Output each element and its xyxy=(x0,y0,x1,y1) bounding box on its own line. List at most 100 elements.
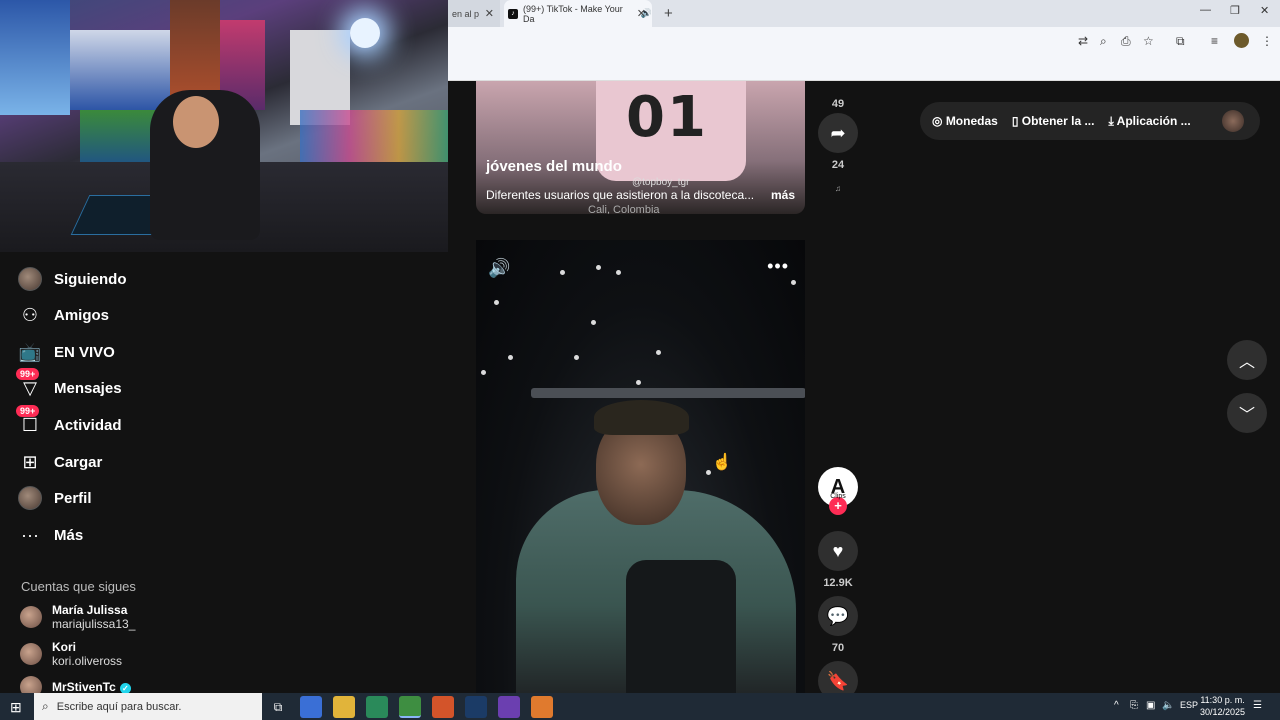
get-app-label: Obtener la ... xyxy=(1021,114,1095,128)
avatar[interactable] xyxy=(1222,110,1244,132)
light-dot xyxy=(560,270,565,275)
share-icon[interactable]: ➦ xyxy=(818,113,858,153)
bookmarks-bar xyxy=(448,57,1280,81)
poster xyxy=(170,0,220,100)
light-dot xyxy=(508,355,513,360)
app-icon[interactable] xyxy=(531,696,553,718)
music-disc[interactable]: ♫ xyxy=(818,184,858,193)
task-view-icon[interactable]: ⧉ xyxy=(267,696,289,718)
video-description: Diferentes usuarios que asistieron a la … xyxy=(486,188,755,202)
search-placeholder: Escribe aquí para buscar. xyxy=(56,700,182,713)
following-avatar-icon xyxy=(18,267,42,291)
download-app-button[interactable]: ⤓ Aplicación ... xyxy=(1108,114,1190,129)
messages-badge: 99+ xyxy=(16,368,40,380)
coins-button[interactable]: ◎ Monedas xyxy=(932,114,998,128)
music-disc-icon[interactable]: ♫ xyxy=(835,184,841,193)
activity-icon: ☐ 99+ xyxy=(16,405,42,437)
window-minimize-button[interactable]: — xyxy=(1200,4,1211,16)
language-indicator[interactable]: ESP xyxy=(1180,700,1198,710)
account-handle: mariajulissa13_ xyxy=(52,617,136,631)
steam-icon[interactable] xyxy=(465,696,487,718)
window-close-button[interactable]: ✕ xyxy=(1260,4,1269,17)
app-icon[interactable] xyxy=(366,696,388,718)
more-dots-icon: ··· xyxy=(21,524,39,545)
sidebar-item-mensajes[interactable]: ▽ 99+ Mensajes xyxy=(16,368,122,403)
next-video-button[interactable]: ﹀ xyxy=(1227,393,1267,433)
tray-icon[interactable]: ⎘ xyxy=(1130,700,1138,711)
sidebar-item-actividad[interactable]: ☐ 99+ Actividad xyxy=(16,405,122,440)
new-tab-button[interactable]: + xyxy=(664,5,673,22)
extensions-icon[interactable]: ⧉ xyxy=(1176,34,1185,49)
install-icon[interactable]: ⎙ xyxy=(1121,34,1131,49)
bookmark-star-icon[interactable]: ☆ xyxy=(1143,34,1154,48)
tab-previous[interactable]: en al p ✕ xyxy=(448,0,500,27)
chrome-icon[interactable] xyxy=(399,696,421,718)
account-name: MrStivenTc xyxy=(52,680,116,694)
video-feed: 01 jóvenes del mundo @topboy_tgr Diferen… xyxy=(448,81,1280,701)
jersey-number: 01 xyxy=(626,85,708,150)
media-icon[interactable]: ≡ xyxy=(1211,34,1218,48)
ring-light xyxy=(350,18,380,48)
heart-icon[interactable]: ♥ xyxy=(818,531,858,571)
light-dot xyxy=(574,355,579,360)
sidebar-item-label: Mensajes xyxy=(54,379,122,397)
video-location[interactable]: Cali, Colombia xyxy=(588,204,660,214)
get-app-button[interactable]: ▯ Obtener la ... xyxy=(1012,114,1095,128)
comment-icon[interactable]: 💬 xyxy=(818,596,858,636)
poster xyxy=(70,30,180,110)
tray-chevron-icon[interactable]: ^ xyxy=(1114,700,1119,711)
network-icon[interactable]: ▣ xyxy=(1146,700,1155,711)
sidebar-item-cargar[interactable]: ⊞ Cargar xyxy=(18,447,102,477)
sidebar-item-perfil[interactable]: Perfil xyxy=(18,483,92,513)
window-maximize-button[interactable]: ❐ xyxy=(1230,4,1240,17)
tab-close-icon[interactable]: ✕ xyxy=(485,7,494,20)
like-action[interactable]: ♥ 12.9K xyxy=(818,531,858,589)
video-card-previous[interactable]: 01 jóvenes del mundo @topboy_tgr Diferen… xyxy=(476,81,805,214)
file-explorer-icon[interactable] xyxy=(333,696,355,718)
translate-icon[interactable]: ⇄ xyxy=(1078,34,1088,48)
account-name: María Julissa xyxy=(52,603,128,617)
windows-start-icon[interactable]: ⊞ xyxy=(10,699,22,716)
tab-tiktok-label: (99+) TikTok - Make Your Da xyxy=(523,3,623,24)
sidebar-item-envivo[interactable]: 📺 EN VIVO xyxy=(18,337,115,367)
poster xyxy=(80,110,160,170)
app-icon[interactable] xyxy=(432,696,454,718)
download-app-label: Aplicación ... xyxy=(1116,113,1191,128)
sidebar-item-label: Cargar xyxy=(54,453,103,471)
sidebar-item-amigos[interactable]: ⚇ Amigos xyxy=(18,300,109,330)
volume-tray-icon[interactable]: 🔈 xyxy=(1162,700,1174,711)
menu-kebab-icon[interactable]: ⋮ xyxy=(1261,34,1273,48)
following-account[interactable]: Kori kori.oliveross xyxy=(20,640,122,668)
light-dot xyxy=(656,350,661,355)
upload-icon: ⊞ xyxy=(22,451,38,472)
tab-close-icon[interactable]: ✕ xyxy=(637,7,646,20)
share-action[interactable]: ➦ 24 xyxy=(818,113,858,171)
zoom-icon[interactable]: ⌕ xyxy=(1100,34,1107,49)
following-section-title: Cuentas que sigues xyxy=(21,579,136,594)
previous-video-button[interactable]: ︿ xyxy=(1227,340,1267,380)
volume-icon[interactable]: 🔊 xyxy=(488,258,510,279)
tab-tiktok[interactable]: ♪ (99+) TikTok - Make Your Da 🔊 ✕ xyxy=(504,0,652,27)
phone-icon: ▯ xyxy=(1011,114,1022,128)
creator-action[interactable]: A + Clips xyxy=(818,467,858,515)
taskbar-clock[interactable]: 11:30 p. m. 30/12/2025 xyxy=(1200,694,1245,718)
notifications-icon[interactable]: ☰ xyxy=(1253,700,1262,711)
sidebar-item-label: Amigos xyxy=(54,306,110,324)
coins-icon: ◎ xyxy=(932,114,946,128)
sidebar-item-mas[interactable]: ··· Más xyxy=(18,520,83,550)
share-count: 24 xyxy=(831,159,845,171)
sidebar-item-siguiendo[interactable]: Siguiendo xyxy=(18,264,127,294)
more-link[interactable]: más xyxy=(771,188,795,202)
light-dot xyxy=(791,280,796,285)
profile-avatar[interactable] xyxy=(1234,33,1249,48)
browser-toolbar: ⇄ ⌕ ⎙ ☆ ⧉ ≡ ⋮ xyxy=(448,27,1280,57)
following-account[interactable]: María Julissa mariajulissa13_ xyxy=(20,603,135,631)
video-card-current[interactable]: 🔊 ••• xyxy=(476,240,805,693)
light-dot xyxy=(596,265,601,270)
more-options-icon[interactable]: ••• xyxy=(767,256,789,277)
app-icon[interactable] xyxy=(498,696,520,718)
mouse-cursor-icon: ☝ xyxy=(712,454,732,471)
comment-action[interactable]: 💬 70 xyxy=(818,596,858,654)
taskbar-search[interactable]: ⌕ Escribe aquí para buscar. xyxy=(34,693,262,720)
copilot-icon[interactable] xyxy=(300,696,322,718)
